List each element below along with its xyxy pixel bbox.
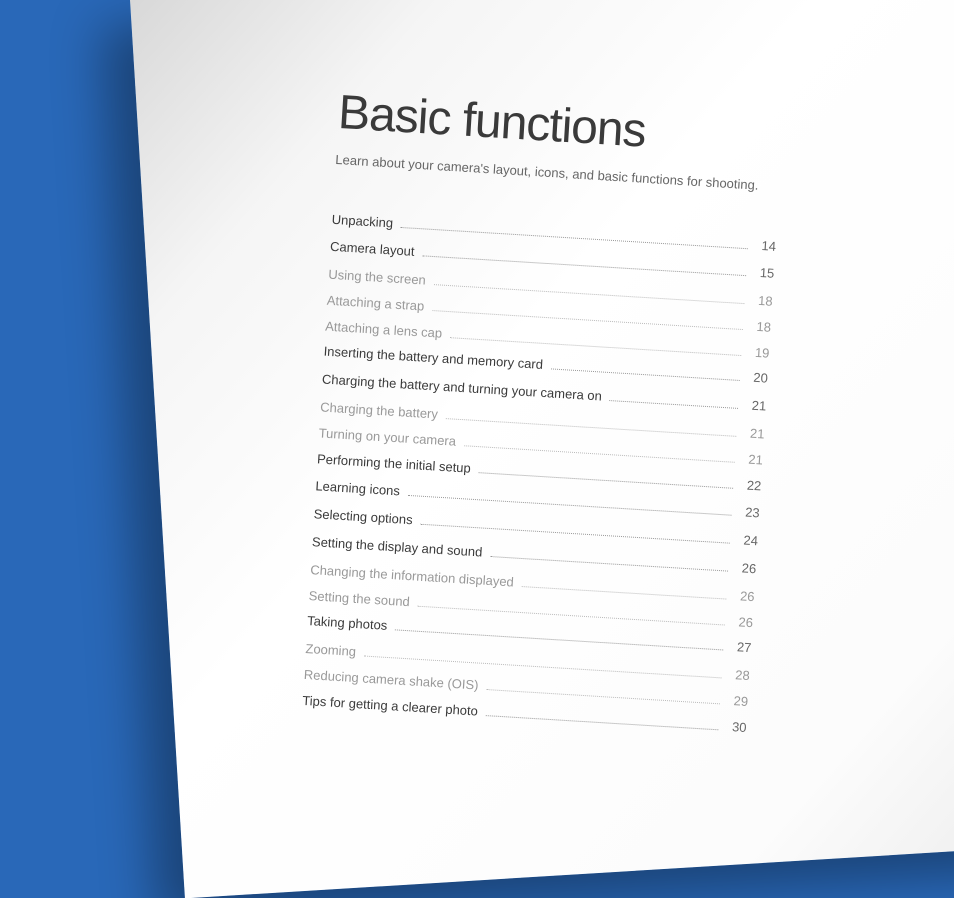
toc-page-number: 21: [742, 423, 765, 445]
toc-page-number: 21: [740, 449, 763, 471]
toc-label: Performing the initial setup: [316, 449, 471, 479]
toc-page-number: 21: [744, 396, 767, 418]
toc-page-number: 18: [748, 316, 771, 338]
toc-page-number: 24: [735, 530, 758, 552]
content-area: Basic functions Learn about your camera'…: [301, 85, 784, 746]
toc-page-number: 27: [729, 637, 752, 659]
toc-page-number: 22: [739, 475, 762, 497]
table-of-contents: Unpacking 14 Camera layout 15 Using the scre…: [302, 209, 777, 738]
toc-label: Zooming: [305, 639, 357, 663]
toc-label: Unpacking: [331, 209, 394, 234]
toc-page-number: 26: [730, 612, 753, 634]
toc-label: Setting the display and sound: [311, 532, 483, 563]
toc-leader: [486, 715, 719, 730]
toc-page-number: 26: [734, 558, 757, 580]
toc-page-number: 18: [750, 291, 773, 313]
toc-label: Attaching a strap: [326, 291, 425, 318]
toc-page-number: 19: [747, 342, 770, 364]
toc-page-number: 20: [745, 368, 768, 390]
toc-page-number: 29: [725, 691, 748, 713]
toc-leader: [479, 472, 734, 489]
toc-page-number: 15: [752, 263, 775, 285]
toc-label: Charging the battery: [320, 397, 439, 425]
toc-label: Attaching a lens cap: [325, 316, 443, 344]
toc-leader: [610, 400, 738, 409]
toc-label: Using the screen: [328, 265, 427, 292]
toc-label: Learning icons: [315, 477, 401, 503]
toc-page-number: 14: [753, 235, 776, 257]
toc-label: Taking photos: [307, 611, 388, 637]
toc-leader: [551, 369, 740, 382]
toc-leader: [522, 586, 727, 600]
toc-label: Selecting options: [313, 504, 413, 531]
toc-page-number: 26: [732, 586, 755, 608]
toc-leader: [486, 689, 720, 704]
toc-leader: [490, 556, 728, 572]
toc-page-number: 23: [737, 503, 760, 525]
toc-label: Tips for getting a clearer photo: [302, 691, 479, 722]
toc-page-number: 28: [727, 665, 750, 687]
toc-label: Camera layout: [329, 237, 415, 263]
toc-label: Setting the sound: [308, 586, 410, 613]
toc-label: Turning on your camera: [318, 423, 457, 452]
